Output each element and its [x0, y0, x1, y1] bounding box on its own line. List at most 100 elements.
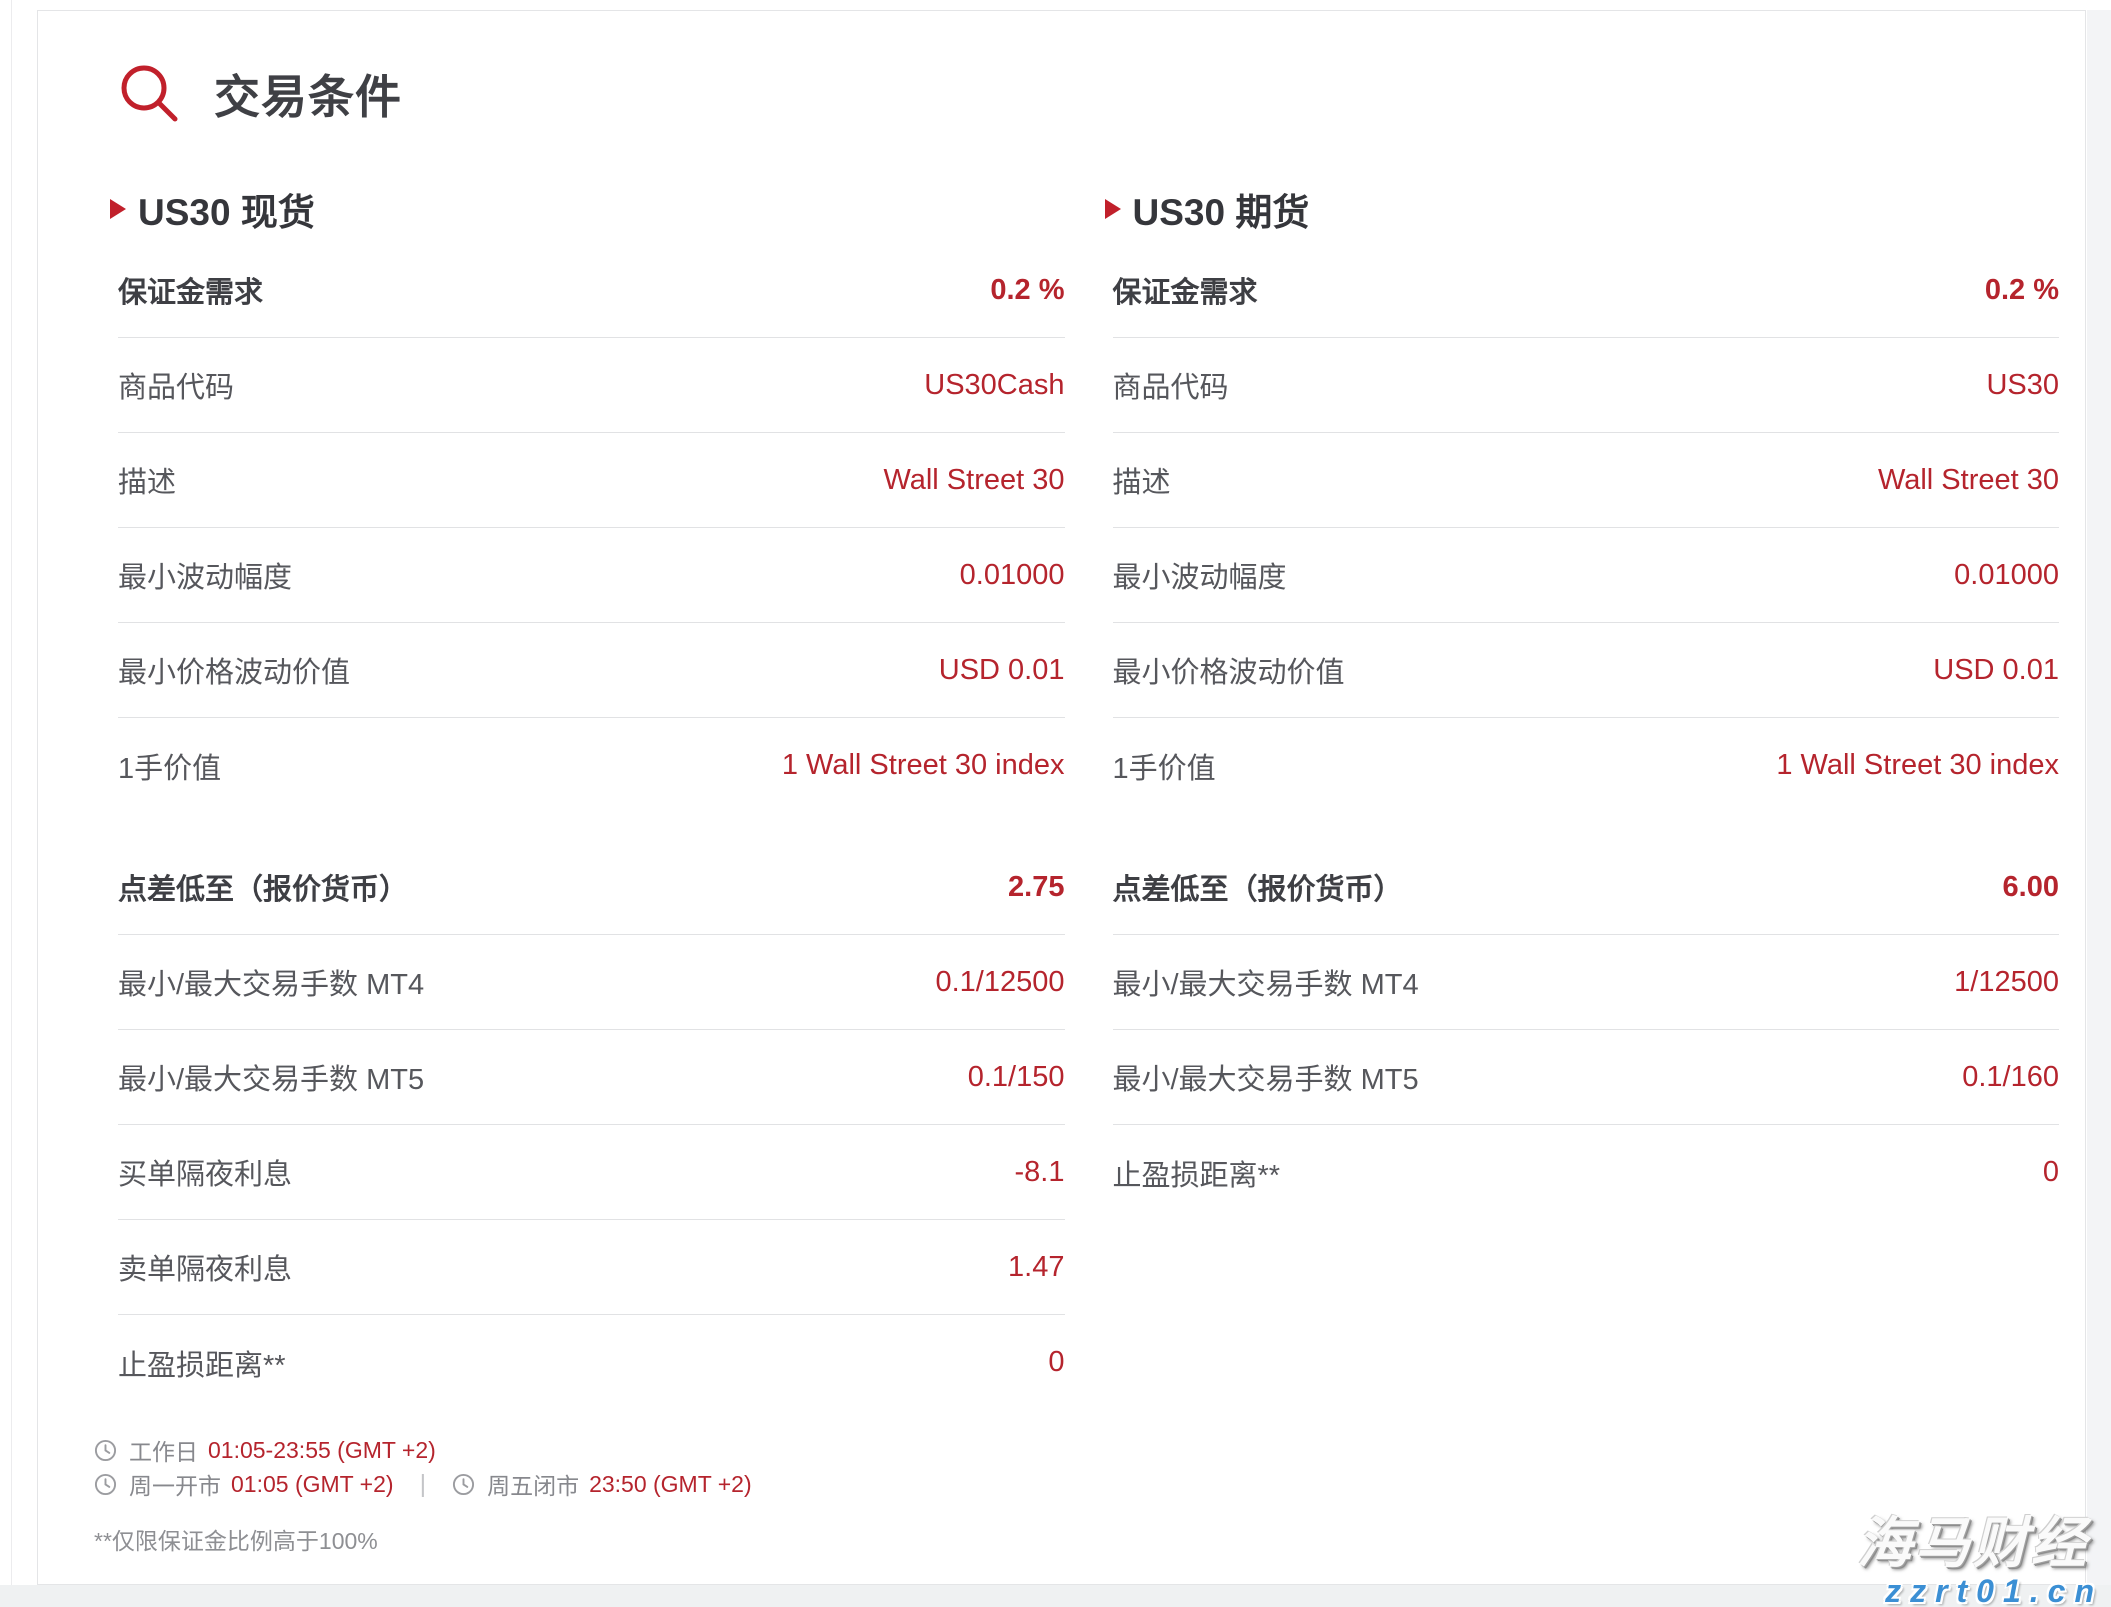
spec-row: 点差低至（报价货币） 6.00 [1113, 840, 2060, 935]
spec-row: 最小波动幅度 0.01000 [1113, 528, 2060, 623]
spec-row-value: 2.75 [1008, 871, 1064, 904]
spec-row-label: 点差低至（报价货币） [1113, 866, 1403, 908]
column-us30-cash: US30 现货 保证金需求0.2 %商品代码US30Cash描述Wall Str… [118, 187, 1065, 1410]
spec-row: 最小/最大交易手数 MT4 0.1/12500 [118, 935, 1065, 1030]
spec-row-value: USD 0.01 [1933, 654, 2059, 687]
spec-row-label: 最小波动幅度 [1113, 554, 1287, 596]
spec-row-value: 0.1/150 [968, 1061, 1065, 1094]
spec-row-value: 0.2 % [990, 274, 1064, 307]
spec-row-label: 保证金需求 [1113, 269, 1258, 311]
weekday-label: 工作日 [129, 1433, 198, 1467]
spec-sections: 保证金需求 0.2 % 商品代码 US30Cash 描述 Wall Street 30 最小… [118, 243, 1065, 1410]
spec-row-label: 最小价格波动价值 [118, 649, 350, 691]
open-close-hours-line: 周一开市 01:05 (GMT +2) | 周五闭市 23:50 (GMT +2… [94, 1467, 2059, 1501]
spec-row-value: -8.1 [1015, 1156, 1065, 1189]
left-gutter-divider [11, 0, 12, 1585]
weekday-hours-value: 01:05-23:55 (GMT +2) [208, 1437, 436, 1464]
spec-row: 最小/最大交易手数 MT5 0.1/150 [118, 1030, 1065, 1125]
spec-section: 保证金需求 0.2 % 商品代码 US30 描述 Wall Street 30 最小波动幅度… [1113, 243, 2060, 813]
spec-row-label: 商品代码 [1113, 364, 1229, 406]
spec-row-value: 0.2 % [1985, 274, 2059, 307]
spec-row: 商品代码 US30Cash [118, 338, 1065, 433]
spec-row-label: 商品代码 [118, 364, 234, 406]
spec-row-value: 1 Wall Street 30 index [782, 749, 1065, 782]
spec-row-label: 最小/最大交易手数 MT5 [1113, 1056, 1419, 1098]
spec-row: 保证金需求 0.2 % [1113, 243, 2060, 338]
spec-row-value: USD 0.01 [939, 654, 1065, 687]
spec-section: 点差低至（报价货币）6.00最小/最大交易手数 MT41/12500最小/最大交… [1113, 840, 2060, 1220]
spec-row-label: 最小波动幅度 [118, 554, 292, 596]
right-page-background [2087, 10, 2111, 1585]
monday-open-value: 01:05 (GMT +2) [231, 1471, 394, 1498]
spec-row-value: 0.1/12500 [935, 966, 1064, 999]
clock-icon [452, 1473, 475, 1496]
spec-row-value: 0 [2043, 1156, 2059, 1189]
margin-footnote: **仅限保证金比例高于100% [94, 1522, 2059, 1556]
bottom-page-background [0, 1585, 2111, 1607]
spec-row-label: 描述 [118, 459, 176, 501]
spec-row-label: 描述 [1113, 459, 1171, 501]
spec-row: 买单隔夜利息 -8.1 [118, 1125, 1065, 1220]
spec-row-label: 卖单隔夜利息 [118, 1246, 292, 1288]
spec-row-value: Wall Street 30 [1878, 464, 2059, 497]
spec-row: 最小价格波动价值 USD 0.01 [118, 623, 1065, 718]
spec-row: 1手价值1 Wall Street 30 index [1113, 718, 2060, 813]
spec-row-value: 6.00 [2003, 871, 2059, 904]
spec-row-label: 最小/最大交易手数 MT4 [1113, 961, 1419, 1003]
triangle-marker-icon [1105, 199, 1121, 219]
spec-row-value: Wall Street 30 [883, 464, 1064, 497]
spec-row-label: 最小价格波动价值 [1113, 649, 1345, 691]
spec-row-value: 0.1/160 [1962, 1061, 2059, 1094]
spec-row: 止盈损距离**0 [1113, 1125, 2060, 1220]
column-heading-row: US30 现货 [110, 187, 1065, 231]
watermark-brand: 海马财经 [1857, 1516, 2089, 1571]
spec-row-label: 买单隔夜利息 [118, 1151, 292, 1193]
spec-row-label: 最小/最大交易手数 MT5 [118, 1056, 424, 1098]
spec-row-value: 0 [1048, 1346, 1064, 1379]
spec-row: 最小价格波动价值 USD 0.01 [1113, 623, 2060, 718]
page-title: 交易条件 [214, 61, 402, 127]
column-heading-row: US30 期货 [1105, 187, 2060, 231]
spec-row-label: 保证金需求 [118, 269, 263, 311]
spec-row-value: 1/12500 [1954, 966, 2059, 999]
monday-open-label: 周一开市 [129, 1467, 221, 1501]
spec-row-value: 1.47 [1008, 1251, 1064, 1284]
conditions-columns: US30 现货 保证金需求0.2 %商品代码US30Cash描述Wall Str… [118, 187, 2059, 1410]
spec-row: 点差低至（报价货币） 2.75 [118, 840, 1065, 935]
spec-row: 卖单隔夜利息 1.47 [118, 1220, 1065, 1315]
spec-row: 最小/最大交易手数 MT4 1/12500 [1113, 935, 2060, 1030]
spec-row: 商品代码 US30 [1113, 338, 2060, 433]
hours-separator: | [420, 1470, 427, 1499]
spec-row-value: US30 [1986, 369, 2059, 402]
spec-row: 描述 Wall Street 30 [1113, 433, 2060, 528]
page-title-row: 交易条件 [118, 61, 2059, 127]
spec-row: 止盈损距离**0 [118, 1315, 1065, 1410]
column-heading: US30 现货 [138, 182, 315, 236]
friday-close-value: 23:50 (GMT +2) [589, 1471, 752, 1498]
spec-row: 1手价值 1 Wall Street 30 index [118, 718, 1065, 813]
trading-conditions-card: 交易条件 US30 现货 保证金需求 0.2 % 商品代码 US30Cash 描述 Wal… [37, 10, 2086, 1585]
magnifier-icon [118, 62, 182, 126]
column-heading: US30 期货 [1133, 182, 1310, 236]
page: 交易条件 US30 现货 保证金需求 0.2 % 商品代码 US30Cash 描述 Wal… [0, 0, 2111, 1607]
spec-section: 点差低至（报价货币）2.75最小/最大交易手数 MT40.1/12500最小/最… [118, 840, 1065, 1410]
spec-row-label: 1手价值 [1113, 745, 1216, 787]
spec-sections: 保证金需求 0.2 % 商品代码 US30 描述 Wall Street 30 最小波动幅度… [1113, 243, 2060, 1220]
clock-icon [94, 1473, 117, 1496]
spec-row: 最小波动幅度 0.01000 [118, 528, 1065, 623]
spec-row-label: 1手价值 [118, 745, 221, 787]
spec-row: 最小/最大交易手数 MT5 0.1/160 [1113, 1030, 2060, 1125]
friday-close-label: 周五闭市 [487, 1467, 579, 1501]
spec-row-label: 点差低至（报价货币） [118, 866, 408, 908]
spec-row-value: 0.01000 [1954, 559, 2059, 592]
trading-hours-footer: 工作日 01:05-23:55 (GMT +2) 周一开市 01:05 (GMT… [94, 1433, 2059, 1556]
triangle-marker-icon [110, 199, 126, 219]
spec-row: 保证金需求 0.2 % [118, 243, 1065, 338]
spec-row-label: 最小/最大交易手数 MT4 [118, 961, 424, 1003]
spec-row-value: US30Cash [924, 369, 1064, 402]
clock-icon [94, 1439, 117, 1462]
spec-row-value: 0.01000 [960, 559, 1065, 592]
column-us30-futures: US30 期货 保证金需求0.2 %商品代码US30描述Wall Street … [1113, 187, 2060, 1220]
watermark-site: zzrt01.cn [1857, 1575, 2103, 1607]
spec-section: 保证金需求 0.2 % 商品代码 US30Cash 描述 Wall Street 30 最小… [118, 243, 1065, 813]
